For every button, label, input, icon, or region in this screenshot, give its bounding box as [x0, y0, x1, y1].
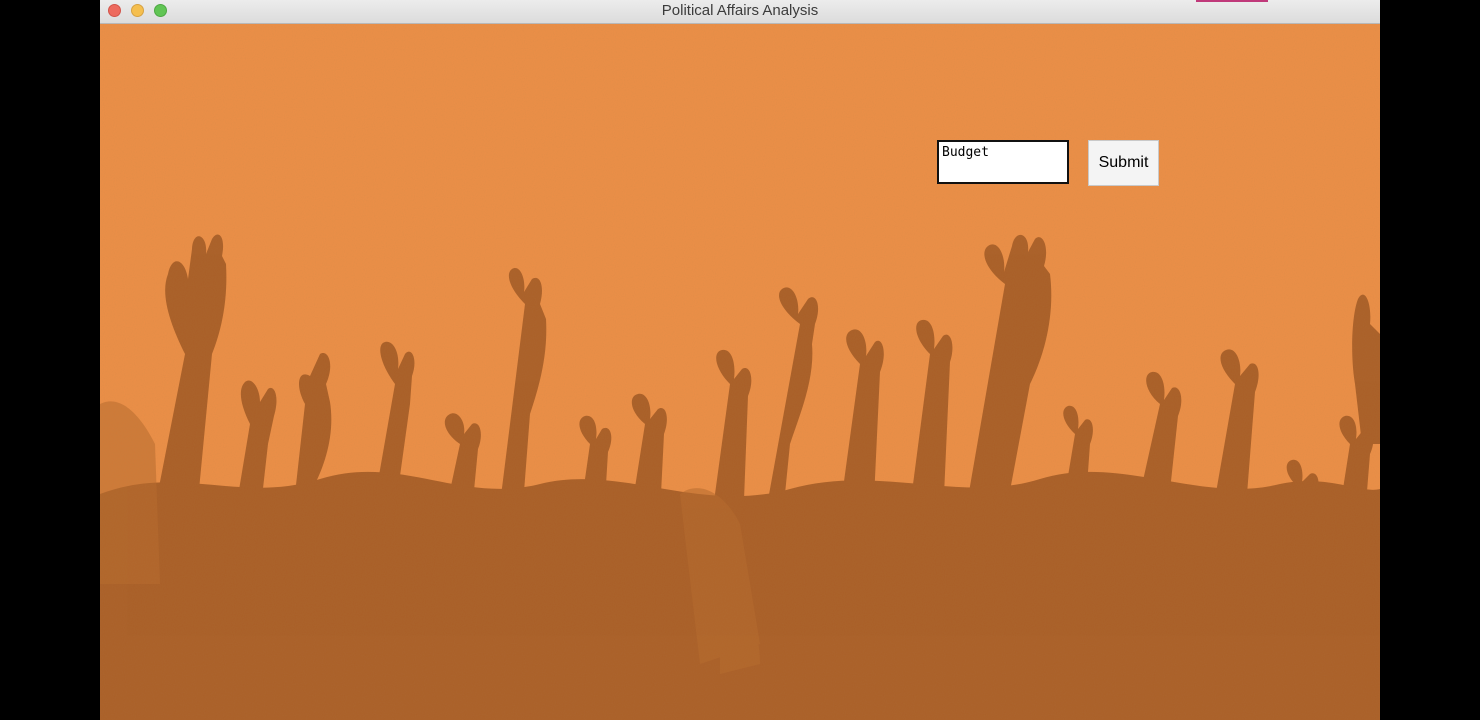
- window-title: Political Affairs Analysis: [661, 2, 819, 19]
- submit-button[interactable]: Submit: [1088, 140, 1159, 186]
- raised-hands-crowd-image: [100, 24, 1380, 720]
- menu-highlight: [1196, 0, 1268, 2]
- minimize-button[interactable]: [131, 4, 144, 17]
- close-button[interactable]: [108, 4, 121, 17]
- app-window: Political Affairs Analysis Budget Submit: [100, 0, 1380, 720]
- title-bar[interactable]: Political Affairs Analysis: [100, 0, 1380, 24]
- zoom-button[interactable]: [154, 4, 167, 17]
- budget-input[interactable]: Budget: [937, 140, 1069, 184]
- main-content: Budget Submit: [100, 24, 1380, 720]
